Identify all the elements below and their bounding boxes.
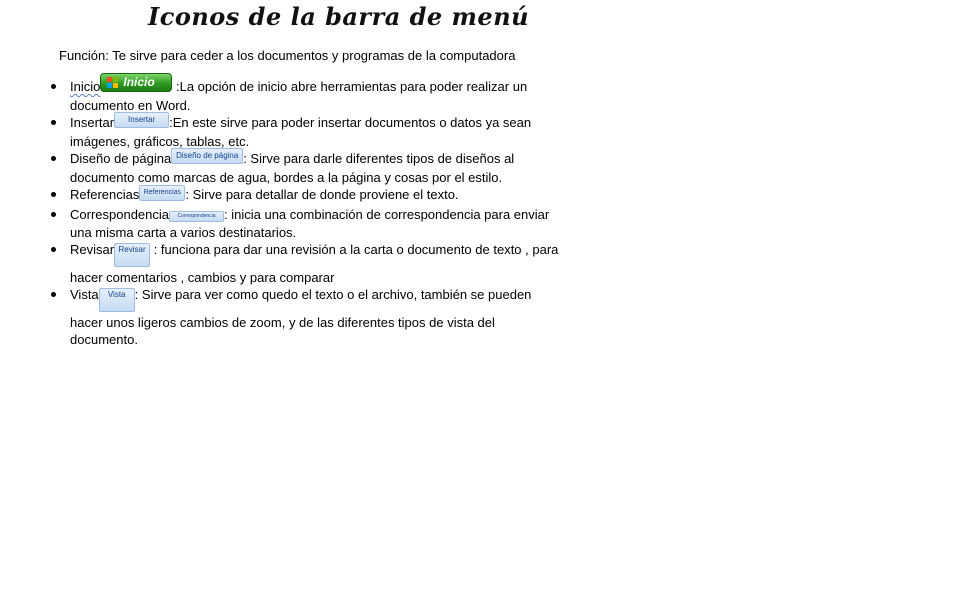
correspondencia-tab-button[interactable]: Correspondencia bbox=[169, 211, 225, 222]
windows-flag-icon bbox=[107, 77, 119, 88]
list-item-insertar: Insertar Insertar:En este sirve para pode… bbox=[51, 112, 560, 150]
item-name-correspondencia: Correspondencia bbox=[70, 207, 170, 222]
list-item-vista: Vista Vista: Sirve para ver como quedo el… bbox=[51, 286, 560, 348]
item-name-referencias: Referencias bbox=[70, 187, 140, 202]
item-text-referencias: : Sirve para detallar de donde proviene … bbox=[185, 187, 459, 202]
list-item-inicio: Inicio Inicio :La opción de inicio abre h… bbox=[51, 73, 560, 114]
revisar-tab-button[interactable]: Revisar bbox=[114, 243, 151, 267]
diseno-tab-label: Diseño de página bbox=[176, 151, 239, 160]
correspondencia-tab-label: Correspondencia bbox=[177, 213, 216, 219]
item-name-diseno: Diseño de página bbox=[70, 151, 172, 166]
insertar-tab-label: Insertar bbox=[128, 115, 156, 124]
vista-tab-label: Vista bbox=[107, 290, 126, 299]
referencias-tab-label: Referencias bbox=[143, 189, 182, 196]
menu-icons-list: Inicio Inicio :La opción de inicio abre h… bbox=[51, 73, 560, 348]
function-description: Función: Te sirve para ceder a los docum… bbox=[59, 48, 516, 63]
document-page: Iconos de la barra de menú Función: Te s… bbox=[0, 0, 962, 613]
list-item-revisar: Revisar Revisar : funciona para dar una r… bbox=[51, 241, 560, 286]
inicio-button[interactable]: Inicio bbox=[100, 73, 173, 92]
item-name-insertar: Insertar bbox=[70, 115, 115, 130]
revisar-tab-label: Revisar bbox=[118, 245, 146, 254]
item-name-vista: Vista bbox=[70, 287, 99, 302]
page-title: Iconos de la barra de menú bbox=[148, 2, 530, 31]
list-item-diseno: Diseño de página Diseño de página: Sirve … bbox=[51, 148, 560, 186]
item-text-vista: : Sirve para ver como quedo el texto o e… bbox=[70, 287, 532, 347]
referencias-tab-button[interactable]: Referencias bbox=[139, 185, 186, 201]
diseno-pagina-tab-button[interactable]: Diseño de página bbox=[171, 148, 244, 164]
vista-tab-button[interactable]: Vista bbox=[98, 288, 135, 312]
list-item-correspondencia: Correspondencia Correspondencia: inicia u… bbox=[51, 206, 560, 241]
item-name-revisar: Revisar bbox=[70, 242, 115, 257]
item-name-inicio: Inicio bbox=[70, 79, 101, 94]
inicio-button-label: Inicio bbox=[123, 75, 155, 89]
list-item-referencias: Referencias Referencias: Sirve para detal… bbox=[51, 185, 560, 206]
insertar-tab-button[interactable]: Insertar bbox=[114, 112, 170, 128]
